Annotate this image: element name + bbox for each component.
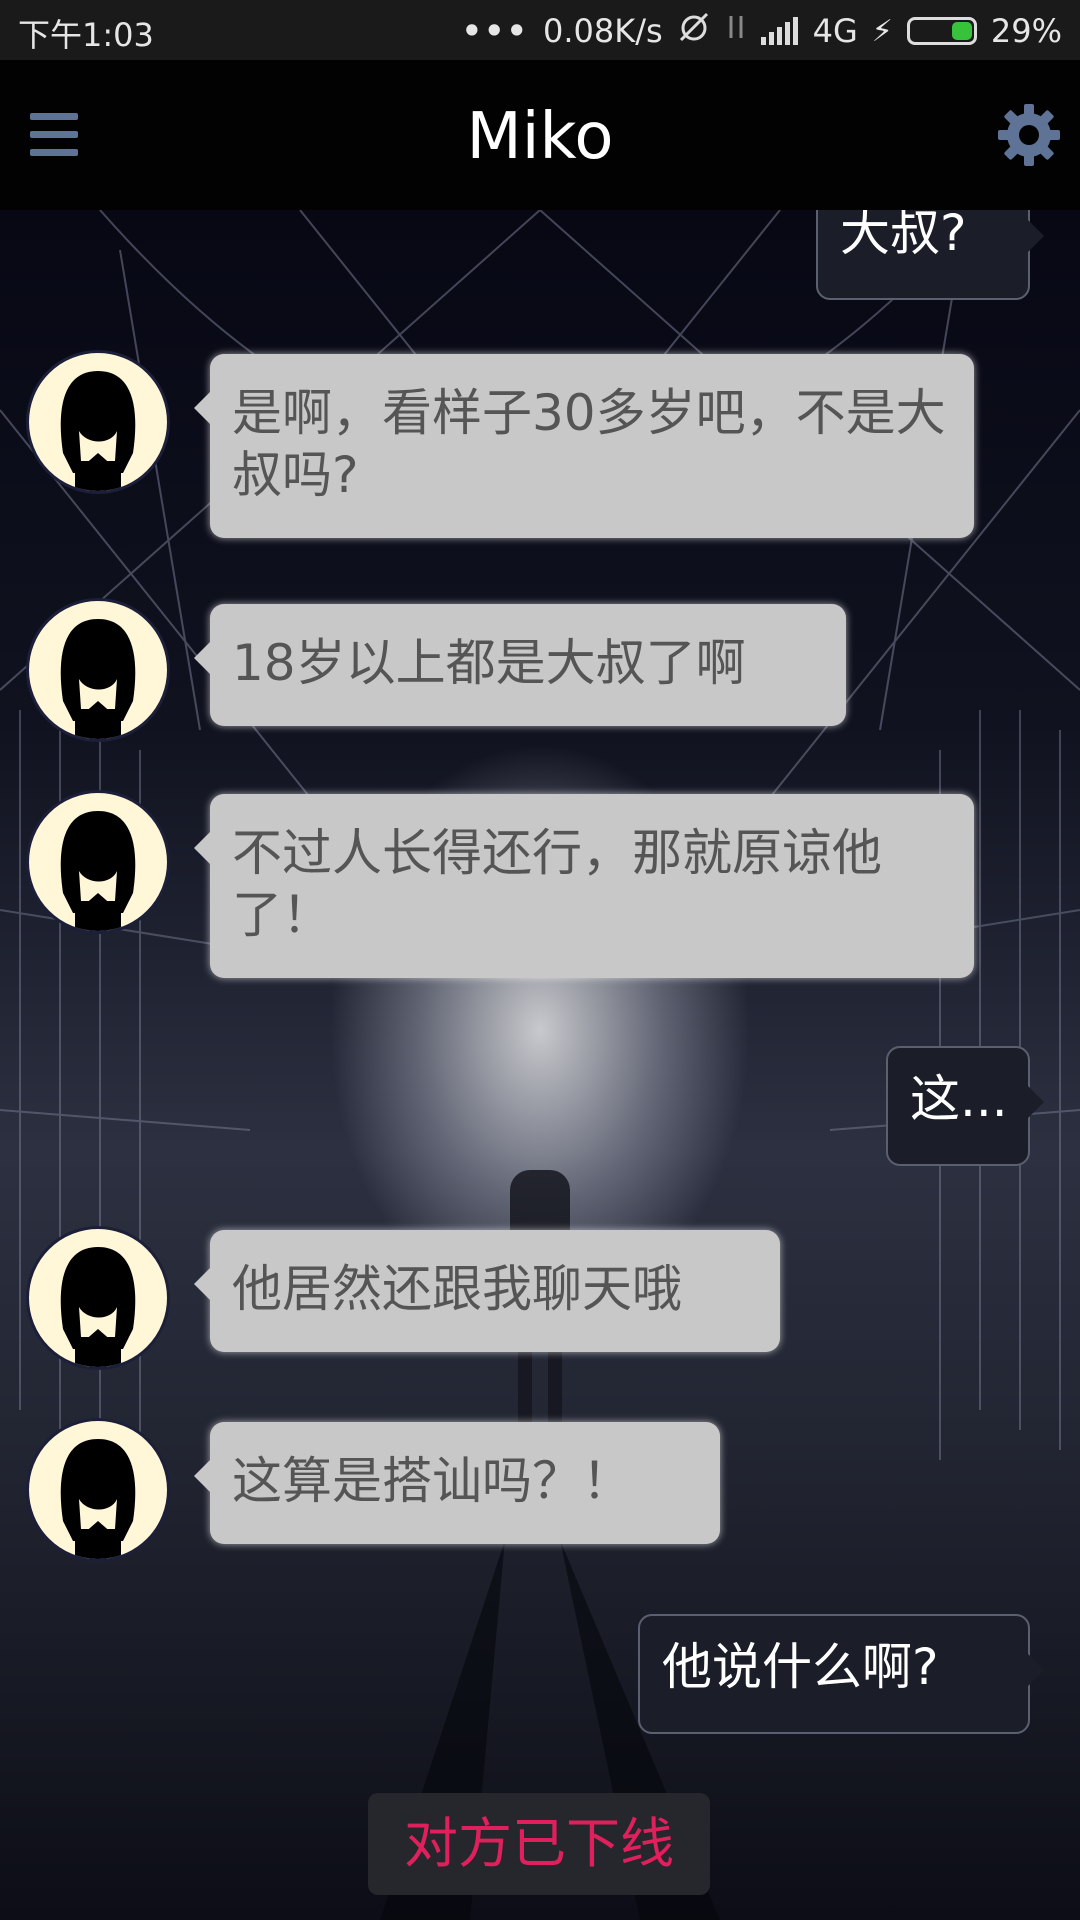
avatar[interactable]	[26, 1418, 170, 1562]
message-incoming[interactable]: 是啊，看样子30多岁吧，不是大叔吗?	[194, 354, 974, 538]
charging-icon: ⚡	[871, 13, 893, 49]
avatar[interactable]	[26, 598, 170, 742]
message-text: 这...	[910, 1070, 1008, 1128]
message-incoming[interactable]: 18岁以上都是大叔了啊	[194, 604, 846, 726]
app-bar: Miko	[0, 60, 1080, 210]
gear-icon[interactable]	[996, 102, 1062, 168]
message-text: 18岁以上都是大叔了啊	[232, 634, 746, 692]
message-incoming[interactable]: 他居然还跟我聊天哦	[194, 1230, 780, 1352]
message-outgoing[interactable]: 他说什么啊?	[638, 1614, 1044, 1734]
avatar[interactable]	[26, 1226, 170, 1370]
message-text: 这算是搭讪吗？！	[232, 1452, 632, 1510]
avatar[interactable]	[26, 350, 170, 494]
avatar[interactable]	[26, 790, 170, 934]
chat-area[interactable]: 大叔? 是啊，看样子30多岁吧，不是大叔吗? 18岁以上都是大叔了啊 不过人长得…	[0, 210, 1080, 1920]
status-icons: ••• 0.08K/s 4G ⚡ 29%	[462, 10, 1062, 52]
chat-title: Miko	[466, 100, 614, 174]
offline-notice: 对方已下线	[368, 1793, 710, 1895]
alarm-off-icon	[677, 10, 711, 52]
status-bar: 下午1:03 ••• 0.08K/s 4G ⚡ 29%	[0, 0, 1080, 60]
message-outgoing[interactable]: 大叔?	[816, 210, 1044, 300]
message-text: 他居然还跟我聊天哦	[232, 1260, 682, 1318]
data-transfer-icon	[725, 12, 747, 50]
message-incoming[interactable]: 这算是搭讪吗？！	[194, 1422, 720, 1544]
network-speed: 0.08K/s	[542, 12, 663, 50]
message-incoming[interactable]: 不过人长得还行，那就原谅他了！	[194, 794, 974, 978]
message-text: 不过人长得还行，那就原谅他了！	[232, 824, 882, 944]
battery-icon	[906, 17, 977, 45]
battery-percent: 29%	[990, 12, 1062, 50]
network-type: 4G	[812, 12, 858, 50]
message-outgoing[interactable]: 这...	[886, 1046, 1044, 1166]
message-text: 他说什么啊?	[662, 1638, 939, 1696]
more-dots-icon: •••	[461, 12, 529, 50]
message-text: 是啊，看样子30多岁吧，不是大叔吗?	[232, 384, 946, 504]
status-time: 下午1:03	[18, 16, 154, 54]
message-text: 大叔?	[840, 210, 967, 262]
signal-icon	[760, 17, 799, 45]
